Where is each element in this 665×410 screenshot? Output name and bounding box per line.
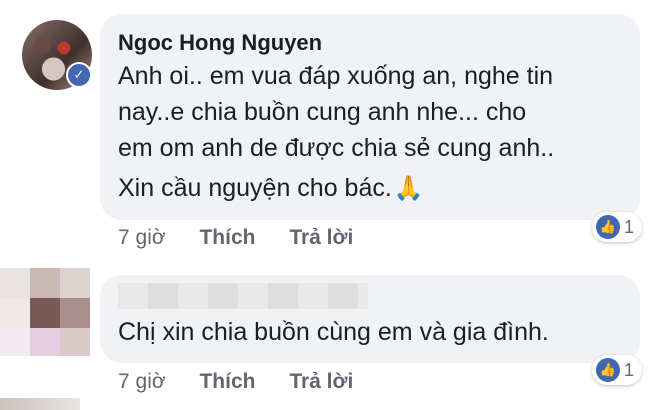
comment-text-line: em om anh de được chia sẻ cung anh.. bbox=[118, 134, 555, 162]
like-icon: 👍 bbox=[596, 215, 620, 239]
like-button[interactable]: Thích bbox=[199, 370, 255, 393]
reaction-count: 1 bbox=[624, 359, 635, 380]
comment-actions: 7 giờ Thích Trả lời bbox=[118, 370, 353, 394]
comment-text-line: Anh oi.. em vua đáp xuống an, nghe tin bbox=[118, 62, 554, 90]
comment-actions: 7 giờ Thích Trả lời bbox=[118, 226, 353, 250]
comment-author-blurred[interactable] bbox=[118, 283, 368, 309]
reaction-count: 1 bbox=[624, 216, 635, 237]
reply-button[interactable]: Trả lời bbox=[289, 226, 353, 249]
next-commenter-avatar bbox=[0, 398, 80, 410]
comment-text-line: Chị xin chia buồn cùng em và gia đình. bbox=[118, 318, 549, 346]
verified-badge-icon: ✓ bbox=[66, 62, 92, 88]
like-icon: 👍 bbox=[596, 358, 620, 382]
like-button[interactable]: Thích bbox=[199, 226, 255, 249]
praying-hands-emoji: 🙏 bbox=[393, 175, 424, 202]
reply-button[interactable]: Trả lời bbox=[289, 370, 353, 393]
reaction-summary[interactable]: 👍 1 bbox=[592, 355, 643, 385]
comment-timestamp[interactable]: 7 giờ bbox=[118, 226, 166, 249]
comment-text-line: Xin cầu nguyện cho bác.🙏 bbox=[118, 174, 424, 203]
comment-timestamp[interactable]: 7 giờ bbox=[118, 370, 166, 393]
reaction-summary[interactable]: 👍 1 bbox=[592, 212, 643, 242]
commenter-avatar-blurred[interactable] bbox=[0, 268, 92, 356]
comment-text: Xin cầu nguyện cho bác. bbox=[118, 174, 392, 202]
comment-text-line: nay..e chia buồn cung anh nhe... cho bbox=[118, 98, 527, 126]
comment-author[interactable]: Ngoc Hong Nguyen bbox=[118, 30, 322, 56]
